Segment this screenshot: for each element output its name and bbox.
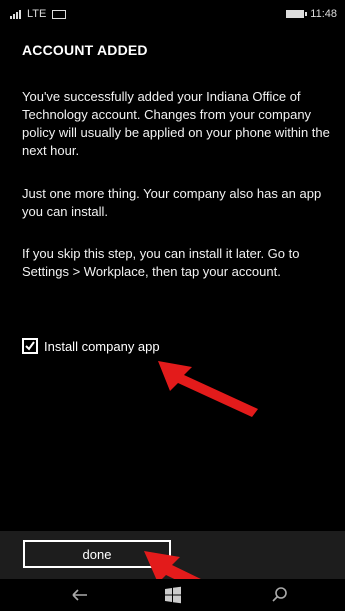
install-app-checkbox[interactable] — [22, 338, 38, 354]
install-app-option[interactable]: Install company app — [22, 338, 160, 354]
battery-icon — [286, 10, 308, 18]
status-left: LTE — [10, 8, 67, 20]
app-available-message: Just one more thing. Your company also h… — [22, 186, 322, 219]
signal-icon — [10, 9, 21, 19]
page-title: ACCOUNT ADDED — [22, 42, 148, 58]
success-message: You've successfully added your Indiana O… — [22, 89, 330, 158]
checkmark-icon — [25, 341, 35, 351]
network-type: LTE — [27, 8, 47, 20]
install-app-label: Install company app — [44, 338, 160, 354]
windows-start-icon[interactable] — [163, 585, 183, 605]
skip-instructions: If you skip this step, you can install i… — [22, 246, 300, 279]
back-icon[interactable] — [70, 585, 90, 605]
annotation-arrow-checkbox — [158, 361, 258, 417]
status-bar: LTE 11:48 — [0, 0, 345, 28]
navigation-bar — [0, 579, 345, 611]
search-icon[interactable] — [270, 585, 290, 605]
clock: 11:48 — [310, 8, 337, 20]
status-right: 11:48 — [286, 8, 337, 20]
notification-icon — [52, 9, 67, 19]
